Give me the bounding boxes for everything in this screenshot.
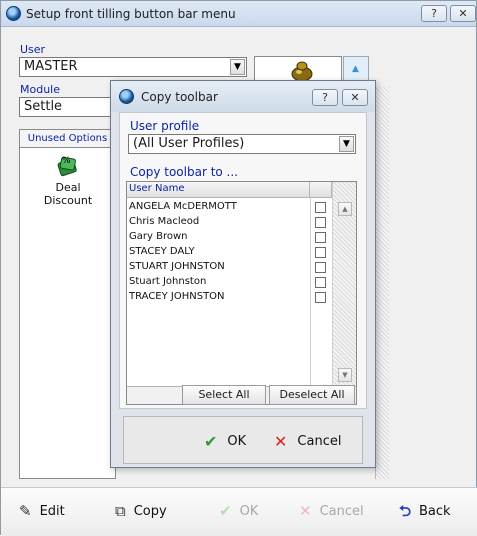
user-row-name[interactable]: Chris Macleod: [129, 216, 199, 227]
svg-text:%: %: [62, 156, 71, 166]
user-select[interactable]: MASTER: [19, 57, 247, 77]
ok-button[interactable]: ✔ OK: [219, 502, 259, 520]
scroll-up-button[interactable]: ▲: [338, 202, 352, 216]
scroll-down-button[interactable]: ▼: [338, 368, 352, 382]
user-row-checkbox[interactable]: [315, 247, 326, 258]
user-row-checkbox[interactable]: [315, 277, 326, 288]
dialog-title-bar: Copy toolbar ? ✕: [111, 81, 375, 112]
dialog-cancel-button[interactable]: ✕ Cancel: [274, 432, 341, 451]
dialog-title: Copy toolbar: [141, 90, 218, 104]
back-button[interactable]: ⮌ Back: [399, 502, 451, 520]
back-arrow-icon: ⮌: [399, 502, 412, 520]
title-bar: Setup front tilling button bar menu ? ✕: [1, 1, 476, 27]
column-divider: [310, 198, 311, 386]
copy-icon: ⧉: [115, 502, 126, 520]
copy-label: Copy: [133, 504, 167, 519]
user-row-checkbox[interactable]: [315, 202, 326, 213]
user-row-name[interactable]: Stuart Johnston: [129, 276, 206, 287]
user-row-checkbox[interactable]: [315, 232, 326, 243]
check-icon: ✔: [219, 502, 232, 520]
up-arrow-icon: ▲: [352, 64, 359, 74]
user-row-name[interactable]: TRACEY JOHNSTON: [129, 291, 225, 302]
deal-discount-label: Deal Discount: [43, 181, 93, 207]
dialog-ok-button[interactable]: ✔ OK: [204, 432, 246, 451]
user-profile-value: (All User Profiles): [133, 136, 245, 151]
user-row-name[interactable]: Gary Brown: [129, 231, 187, 242]
copy-toolbar-to-label: Copy toolbar to ...: [130, 165, 238, 179]
copy-button[interactable]: ⧉ Copy: [115, 502, 167, 520]
deal-discount-icon: %: [57, 156, 77, 177]
dialog-body: User profile (All User Profiles) ▼ Copy …: [119, 112, 367, 409]
user-row-name[interactable]: STACEY DALY: [129, 246, 195, 257]
check-icon: ✔: [204, 432, 218, 451]
side-scroll-strip: [375, 87, 389, 479]
user-grid-scrollbar[interactable]: ▲ ▼: [332, 182, 356, 386]
user-name-column-header[interactable]: User Name: [127, 182, 310, 198]
deselect-all-button[interactable]: Deselect All: [269, 385, 355, 405]
edit-button[interactable]: ✎ Edit: [19, 502, 65, 520]
dialog-cancel-label: Cancel: [297, 434, 342, 449]
dialog-help-button[interactable]: ?: [312, 89, 338, 106]
user-row-checkbox[interactable]: [315, 262, 326, 273]
cancel-button[interactable]: ✕ Cancel: [299, 502, 364, 520]
user-profile-select[interactable]: (All User Profiles): [128, 134, 356, 154]
close-button[interactable]: ✕: [450, 5, 476, 22]
dialog-close-button[interactable]: ✕: [342, 89, 368, 106]
cross-icon: ✕: [274, 432, 288, 451]
module-label: Module: [20, 83, 60, 96]
user-row-checkbox[interactable]: [315, 292, 326, 303]
user-dropdown-arrow[interactable]: ▼: [230, 59, 245, 75]
cancel-label: Cancel: [319, 504, 364, 519]
app-icon: [6, 6, 21, 21]
user-row-name[interactable]: STUART JOHNSTON: [129, 261, 225, 272]
money-bag-icon: [291, 61, 313, 82]
dialog-footer: ✔ OK ✕ Cancel: [123, 416, 363, 464]
bottom-toolbar: ✎ Edit ⧉ Copy ✔ OK ✕ Cancel ⮌ Back: [1, 487, 477, 536]
ok-label: OK: [239, 504, 259, 519]
select-all-button[interactable]: Select All: [182, 385, 266, 405]
help-button[interactable]: ?: [421, 5, 447, 22]
user-row-checkbox[interactable]: [315, 217, 326, 228]
dialog-app-icon: [119, 89, 134, 104]
pencil-icon: ✎: [19, 502, 32, 520]
user-grid: User Name ANGELA McDERMOTT Chris Macleod…: [126, 181, 357, 405]
dialog-ok-label: OK: [227, 434, 247, 449]
user-profile-dropdown-arrow[interactable]: ▼: [339, 136, 354, 152]
user-select-value: MASTER: [24, 59, 78, 74]
user-label: User: [20, 43, 46, 56]
module-select[interactable]: Settle: [19, 97, 115, 117]
unused-option-deal-discount[interactable]: % Deal Discount: [30, 152, 106, 214]
select-column-header: [310, 182, 332, 198]
unused-options-panel: Unused Options % Deal Discount: [19, 129, 116, 479]
user-row-name[interactable]: ANGELA McDERMOTT: [129, 201, 237, 212]
back-label: Back: [419, 504, 451, 519]
edit-label: Edit: [39, 504, 65, 519]
cross-icon: ✕: [299, 502, 312, 520]
copy-toolbar-dialog: Copy toolbar ? ✕ User profile (All User …: [110, 80, 376, 468]
unused-options-header: Unused Options: [20, 130, 115, 148]
user-profile-label: User profile: [130, 119, 200, 133]
window-title: Setup front tilling button bar menu: [26, 7, 236, 21]
module-select-value: Settle: [24, 99, 63, 114]
